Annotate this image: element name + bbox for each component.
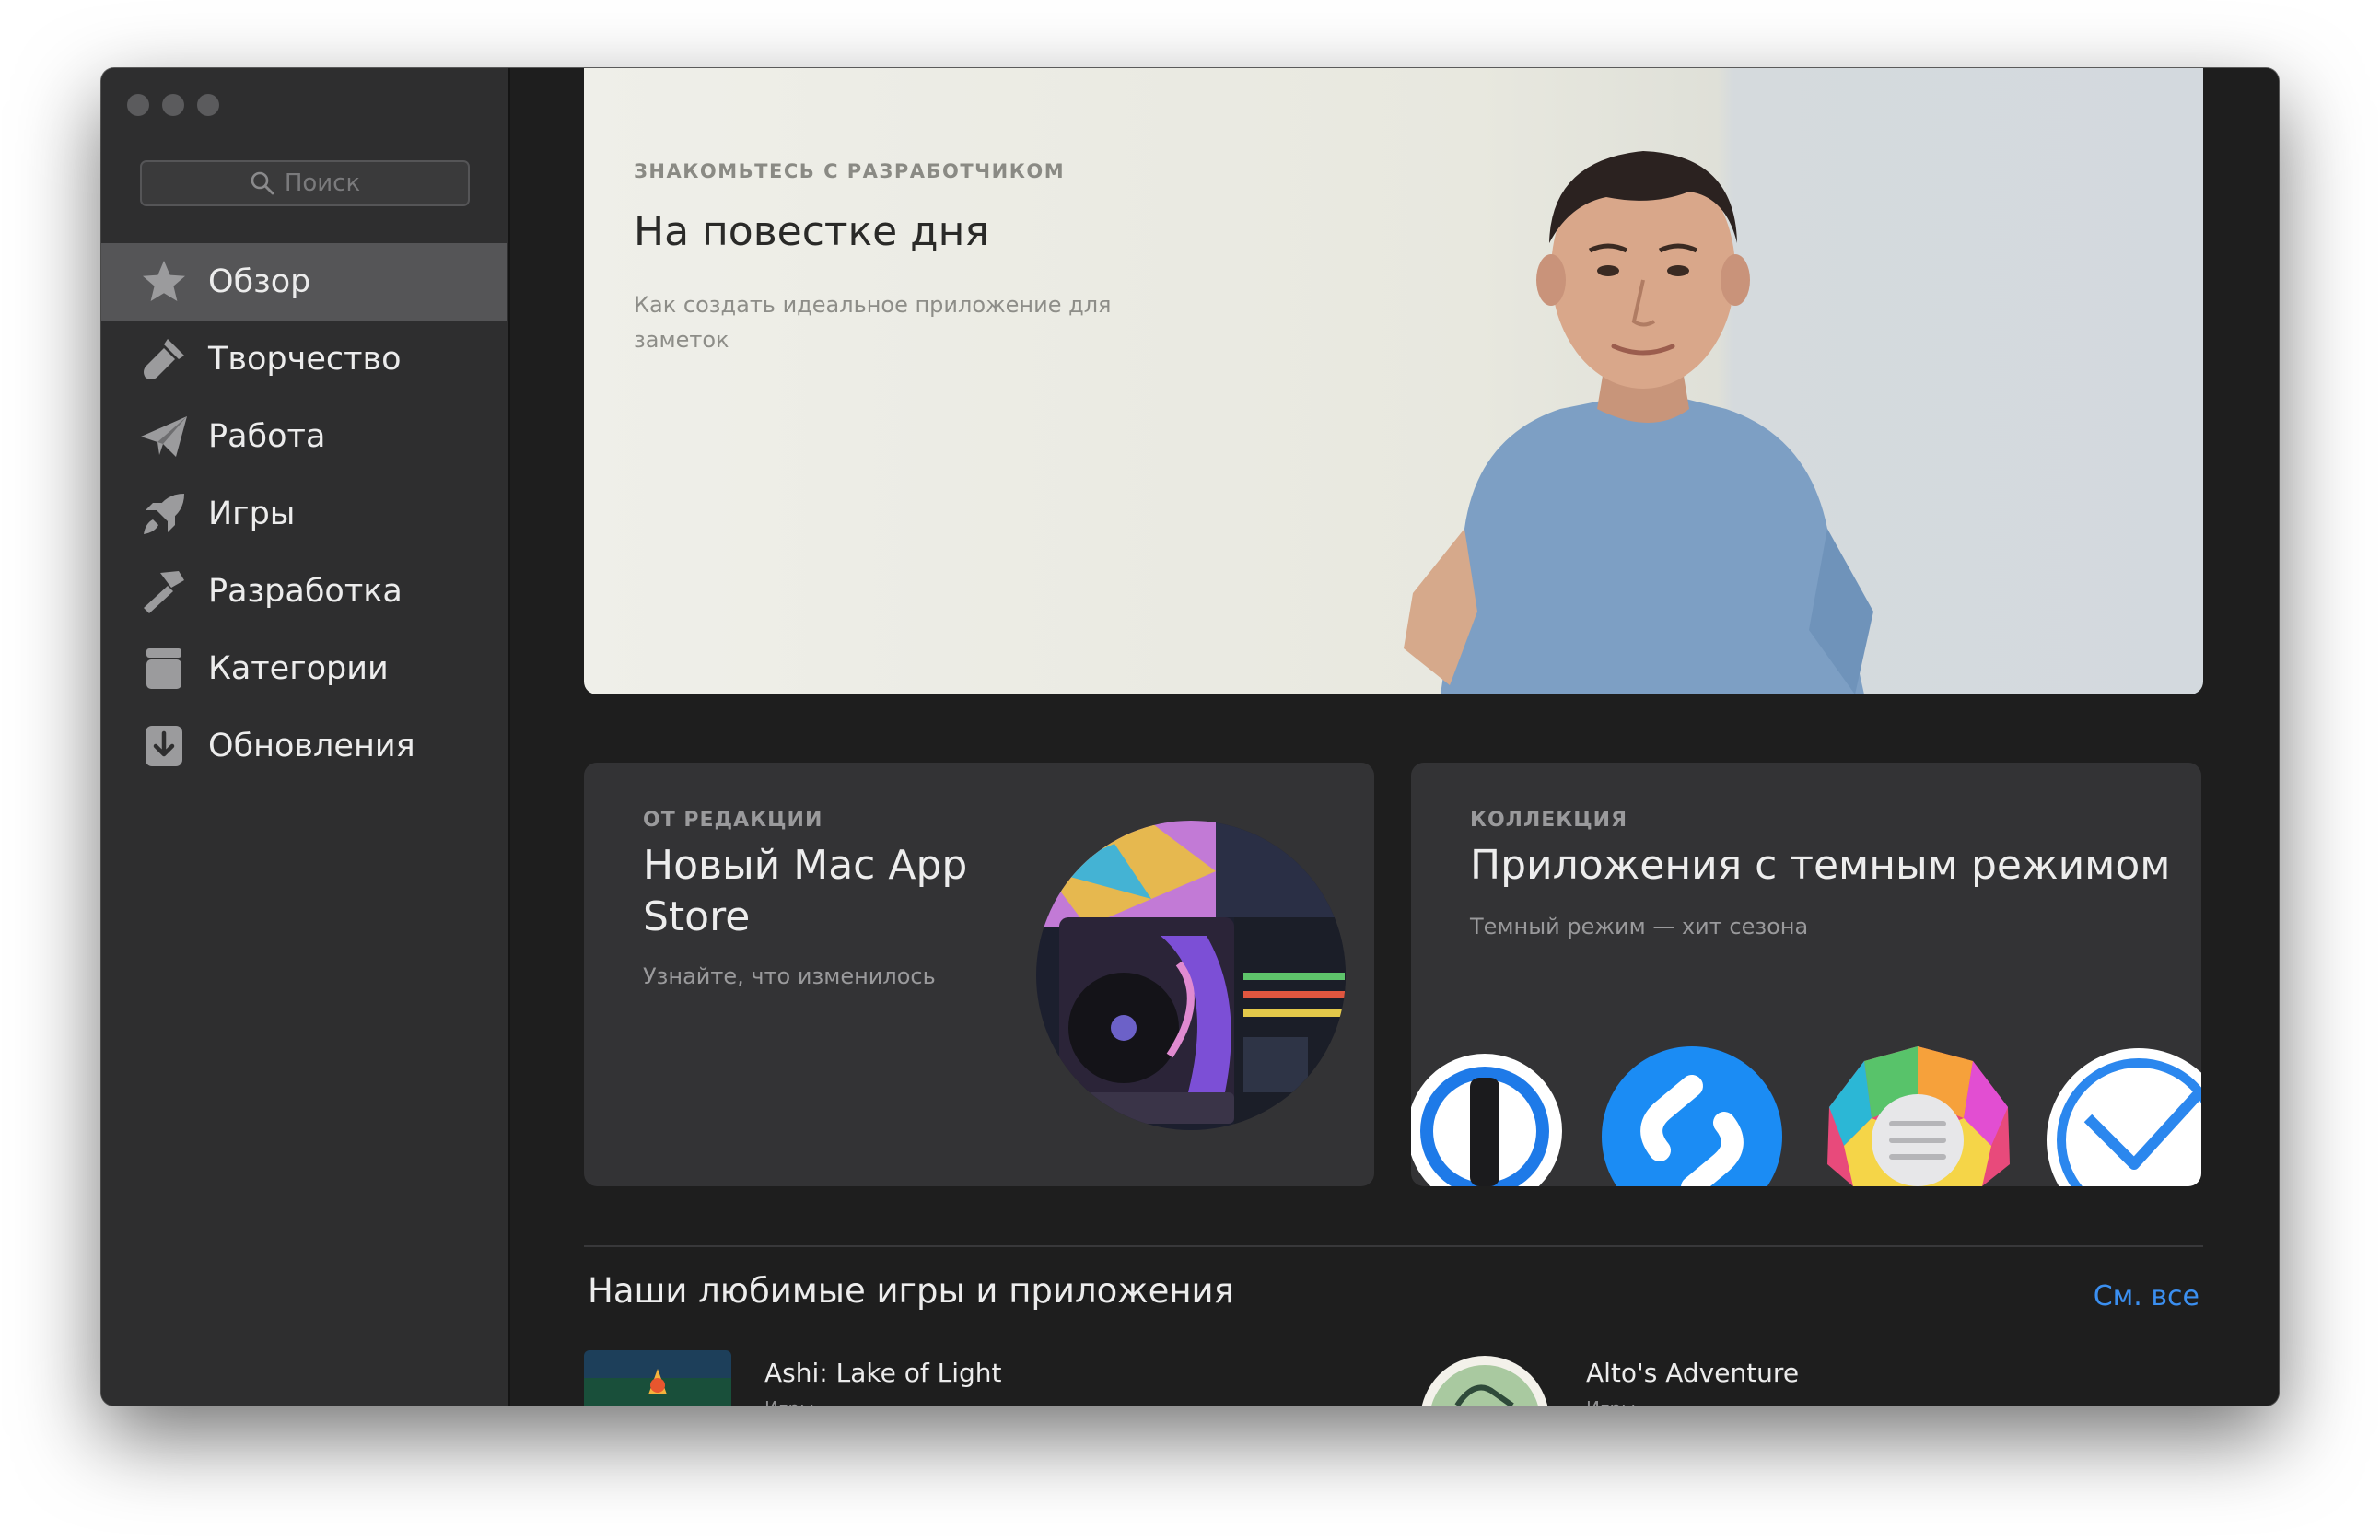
- hero-story-card[interactable]: ЗНАКОМЬТЕСЬ С РАЗРАБОТЧИКОМ На повестке …: [584, 68, 2203, 694]
- app-item-altos-adventure[interactable]: Alto's Adventure Игры: [1421, 1350, 1800, 1406]
- sidebar-item-label: Обновления: [208, 728, 415, 764]
- paper-plane-icon: [138, 411, 190, 462]
- app-category: Игры: [1586, 1397, 1799, 1406]
- close-button[interactable]: [127, 94, 149, 116]
- sidebar: Поиск Обзор Творчество Работа Игры Разра…: [101, 68, 510, 1406]
- sidebar-item-label: Работа: [208, 418, 326, 455]
- sidebar-item-label: Творчество: [208, 341, 402, 378]
- app-item-ashi[interactable]: Ashi: Lake of Light Игры: [584, 1350, 1001, 1406]
- sidebar-item-updates[interactable]: Обновления: [101, 707, 507, 785]
- favorites-section-title: Наши любимые игры и приложения: [588, 1271, 1234, 1311]
- sidebar-item-label: Категории: [208, 650, 389, 687]
- main-content: ЗНАКОМЬТЕСЬ С РАЗРАБОТЧИКОМ На повестке …: [510, 68, 2279, 1406]
- ashi-app-icon: [584, 1350, 731, 1406]
- developer-photo: [1404, 151, 1873, 694]
- collection-card[interactable]: КОЛЛЕКЦИЯ Приложения с темным режимом Те…: [1411, 763, 2201, 1186]
- app-store-window: Поиск Обзор Творчество Работа Игры Разра…: [101, 68, 2279, 1406]
- sidebar-item-discover[interactable]: Обзор: [101, 243, 507, 321]
- hero-kicker: ЗНАКОМЬТЕСЬ С РАЗРАБОТЧИКОМ: [634, 160, 1066, 182]
- sidebar-item-games[interactable]: Игры: [101, 475, 507, 553]
- app-name: Ashi: Lake of Light: [764, 1358, 1002, 1388]
- dark-mode-app-icons: [1411, 1046, 2201, 1186]
- editorial-kicker: ОТ РЕДАКЦИИ: [643, 809, 823, 832]
- collection-kicker: КОЛЛЕКЦИЯ: [1470, 809, 1628, 832]
- download-icon: [138, 720, 190, 772]
- collection-subtitle: Темный режим — хит сезона: [1470, 914, 1809, 939]
- star-icon: [138, 256, 190, 308]
- hero-subtitle: Как создать идеальное приложение для зам…: [634, 292, 1112, 353]
- hero-title: На повестке дня: [634, 208, 989, 255]
- app-category: Игры: [764, 1397, 1001, 1406]
- see-all-link[interactable]: См. все: [2094, 1280, 2199, 1312]
- sidebar-nav: Обзор Творчество Работа Игры Разработка …: [101, 243, 507, 785]
- box-icon: [138, 643, 190, 694]
- zoom-button[interactable]: [197, 94, 219, 116]
- sidebar-item-develop[interactable]: Разработка: [101, 553, 507, 630]
- search-icon: [251, 171, 274, 195]
- minimize-button[interactable]: [162, 94, 184, 116]
- airmail-app-icon: [2047, 1048, 2201, 1186]
- sidebar-item-label: Игры: [208, 496, 296, 532]
- app-name: Alto's Adventure: [1586, 1358, 1800, 1388]
- sidebar-item-create[interactable]: Творчество: [101, 321, 507, 398]
- sidebar-item-work[interactable]: Работа: [101, 398, 507, 475]
- window-controls: [127, 94, 219, 116]
- app-store-collage-image: [1036, 821, 1346, 1130]
- editorial-card[interactable]: ОТ РЕДАКЦИИ Новый Mac App Store Узнайте,…: [584, 763, 1374, 1186]
- gem-app-icon: [1827, 1046, 2010, 1186]
- editorial-title: Новый Mac App Store: [643, 842, 968, 940]
- brush-icon: [138, 333, 190, 385]
- altos-adventure-app-icon: [1421, 1356, 1548, 1406]
- editorial-subtitle: Узнайте, что изменилось: [643, 963, 936, 989]
- hammer-icon: [138, 566, 190, 617]
- shazam-app-icon: [1602, 1046, 1782, 1186]
- sidebar-item-categories[interactable]: Категории: [101, 630, 507, 707]
- rocket-icon: [138, 488, 190, 540]
- sidebar-item-label: Обзор: [208, 263, 311, 300]
- search-placeholder: Поиск: [284, 169, 361, 197]
- section-divider: [584, 1245, 2203, 1247]
- sidebar-item-label: Разработка: [208, 573, 402, 610]
- 1password-app-icon: [1411, 1054, 1562, 1186]
- collection-title: Приложения с темным режимом: [1470, 842, 2171, 889]
- search-input[interactable]: Поиск: [140, 160, 470, 206]
